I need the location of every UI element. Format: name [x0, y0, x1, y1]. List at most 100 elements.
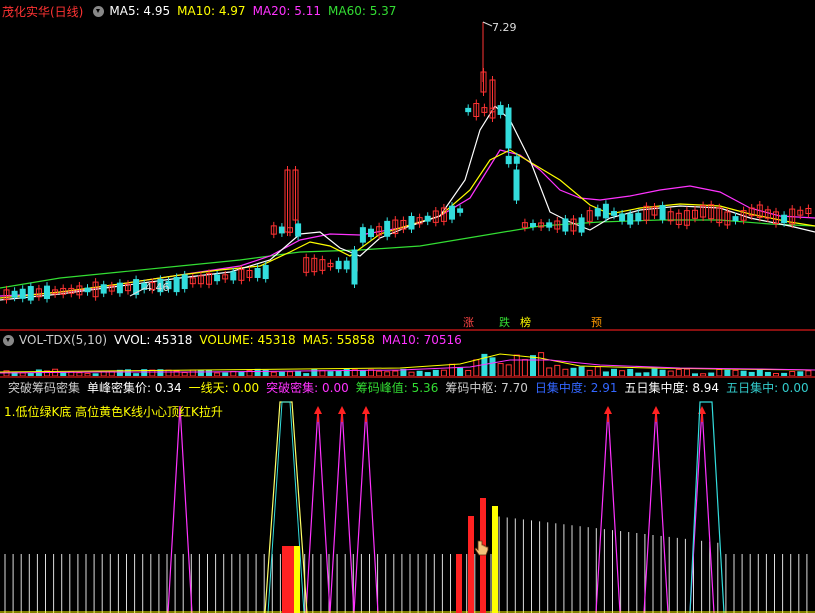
candle-body — [181, 274, 188, 290]
ma10-label: MA10: 4.97 — [177, 4, 246, 18]
candle-body — [457, 208, 464, 213]
volume-header: VOL-TDX(5,10) VVOL: 45318 VOLUME: 45318 … — [0, 331, 815, 349]
candle-body — [611, 211, 617, 216]
five-day-concentrated-label: 五日集中: 0.00 — [726, 380, 809, 395]
chip-center-label: 筹码中枢: 7.70 — [445, 380, 528, 395]
candle-body — [659, 205, 666, 220]
breakout-spike — [167, 405, 193, 613]
concentration-bar — [294, 546, 300, 613]
candle-body — [732, 216, 739, 222]
tag-limit-down[interactable]: 跌 — [499, 314, 510, 330]
volume-bar — [562, 368, 569, 376]
volume-value-label: VOLUME: 45318 — [199, 333, 296, 347]
dense-zone-outline — [689, 401, 725, 613]
high-pointer — [482, 21, 493, 27]
volume-bar — [521, 359, 528, 376]
volume-indicator-name[interactable]: VOL-TDX(5,10) — [19, 333, 107, 347]
volume-bar — [538, 352, 545, 376]
stock-title[interactable]: 茂化实华(日线) — [2, 3, 83, 20]
volume-bar — [611, 368, 617, 376]
candle-body — [449, 205, 455, 220]
candle-body — [44, 285, 50, 300]
volume-bar — [311, 368, 318, 376]
volume-bar — [683, 368, 690, 376]
volume-bar — [254, 368, 261, 376]
breakout-spike — [329, 407, 355, 613]
breakout-arrow-icon — [652, 406, 660, 422]
candle-body — [505, 155, 512, 165]
candle-body — [351, 249, 358, 285]
main-chart-header: 茂化实华(日线) MA5: 4.95 MA10: 4.97 MA20: 5.11… — [0, 2, 815, 20]
candle-body — [408, 215, 415, 230]
five-day-concentration-label: 五日集中度: 8.94 — [624, 380, 720, 395]
candle-body — [505, 107, 512, 149]
tag-limit-up[interactable]: 涨 — [463, 314, 474, 330]
volume-bar — [530, 355, 536, 376]
candle-body — [424, 215, 431, 222]
breakout-arrow-icon — [362, 406, 370, 422]
tag-ranking[interactable]: 榜 — [520, 314, 531, 330]
candle-body — [173, 276, 180, 293]
hand-cursor-icon — [474, 540, 489, 556]
ma5-label: MA5: 4.95 — [109, 4, 171, 18]
low-price-label: 4.46 — [145, 281, 170, 294]
volume-bar — [716, 368, 723, 376]
volume-ma10-label: MA10: 70516 — [381, 333, 462, 347]
candle-body — [19, 288, 26, 299]
indicator-header: 突破筹码密集 单峰密集价: 0.34 一线天: 0.00 突破密集: 0.00 … — [0, 378, 815, 396]
concentration-bar — [288, 546, 294, 613]
ma60-line — [0, 219, 815, 289]
ma5-line — [0, 105, 815, 301]
volume-bar — [449, 363, 455, 376]
volume-chart[interactable] — [0, 348, 815, 376]
volume-dropdown-icon[interactable] — [3, 334, 14, 346]
candlestick-chart[interactable] — [0, 20, 815, 330]
candle-body — [254, 268, 261, 278]
chip-indicator-chart[interactable] — [0, 396, 815, 613]
candle-body — [781, 214, 788, 224]
volume-bar — [627, 368, 634, 376]
indicator-name[interactable]: 突破筹码密集 — [8, 379, 80, 396]
settings-dropdown-icon[interactable] — [93, 5, 105, 17]
candle-body — [497, 105, 504, 115]
ma60-label: MA60: 5.37 — [328, 4, 397, 18]
breakout-arrow-icon — [604, 406, 612, 422]
tag-forecast[interactable]: 预 — [591, 314, 602, 330]
candle-body — [343, 260, 350, 270]
volume-bar — [489, 357, 496, 376]
concentration-bar — [282, 546, 288, 613]
one-line-sky-label: 一线天: 0.00 — [188, 380, 260, 395]
volume-bar — [651, 368, 658, 376]
candle-body — [368, 228, 374, 238]
candle-body — [546, 222, 553, 228]
candle-body — [116, 282, 123, 294]
breakout-spike — [305, 407, 331, 613]
concentration-bar — [468, 516, 474, 613]
indicator-note: 1.低位绿K底 高位黄色K线小心顶红K拉升 — [4, 405, 223, 419]
vvol-label: VVOL: 45318 — [114, 333, 193, 347]
candle-body — [562, 218, 569, 232]
concentration-bar — [456, 554, 462, 613]
breakout-dense-label: 突破密集: 0.00 — [266, 380, 349, 395]
candle-body — [11, 290, 18, 298]
ma20-line — [0, 149, 815, 297]
chip-peak-label: 筹码峰值: 5.36 — [355, 380, 439, 395]
breakout-spike — [643, 407, 669, 613]
high-price-label: 7.29 — [492, 21, 517, 34]
candle-body — [513, 156, 520, 164]
candle-body — [619, 213, 626, 222]
volume-bar — [473, 359, 480, 376]
concentration-bar — [492, 506, 498, 613]
candle-body — [100, 284, 107, 294]
volume-bar — [497, 363, 504, 376]
ma20-label: MA20: 5.11 — [252, 4, 321, 18]
candle-body — [214, 274, 221, 282]
candle-body — [513, 169, 520, 201]
candle-body — [335, 260, 342, 270]
volume-bar — [756, 368, 763, 376]
candle-body — [27, 286, 34, 301]
volume-bar — [505, 364, 512, 376]
candle-body — [530, 222, 536, 228]
candle-body — [295, 223, 302, 237]
candle-body — [230, 271, 237, 281]
